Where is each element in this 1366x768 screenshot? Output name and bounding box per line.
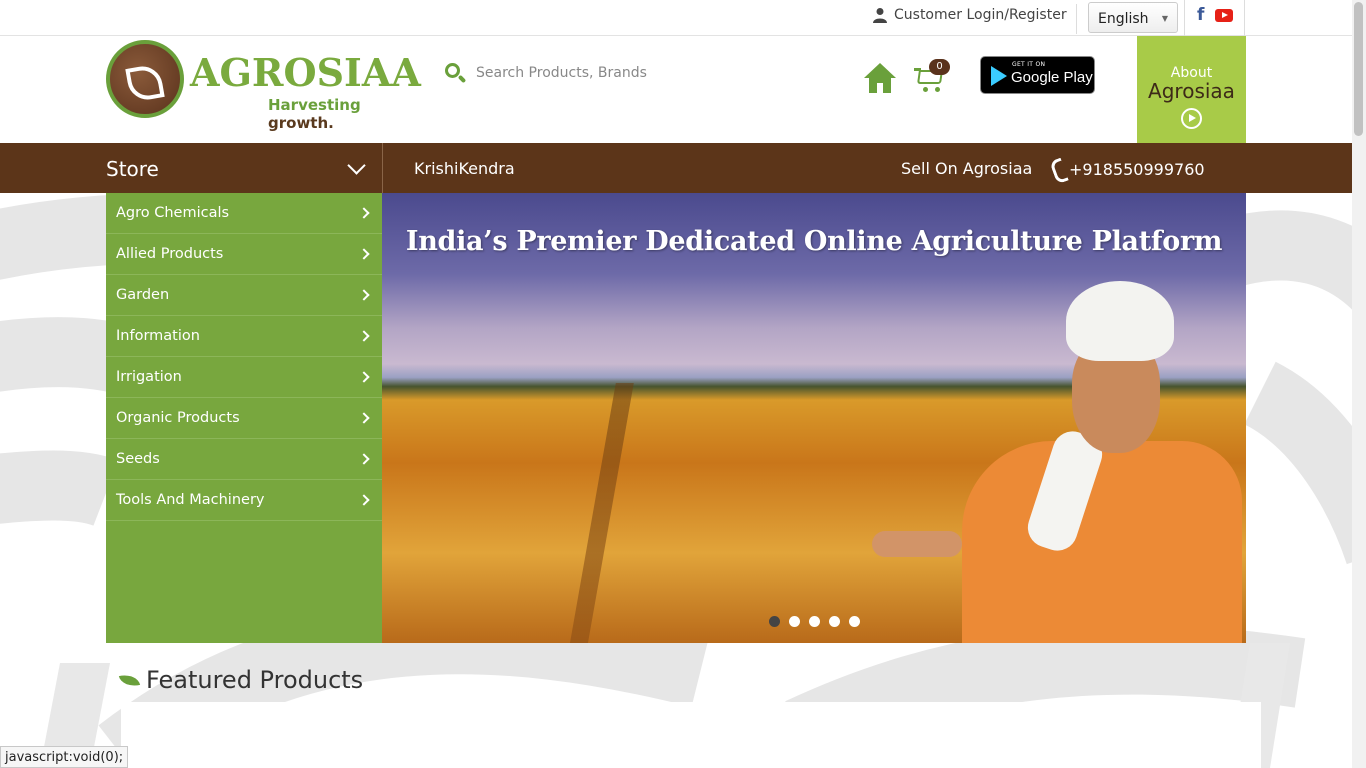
search-bar [444, 60, 744, 86]
chevron-right-icon [358, 412, 370, 424]
krishikendra-link[interactable]: KrishiKendra [414, 159, 515, 178]
customer-login-link[interactable]: Customer Login/Register [872, 7, 1067, 23]
about-agrosiaa-button[interactable]: About Agrosiaa [1137, 36, 1246, 143]
chevron-down-icon[interactable] [347, 156, 366, 175]
chevron-right-icon [358, 330, 370, 342]
scrollbar-thumb[interactable] [1354, 2, 1363, 136]
sidebar-item-agro-chemicals[interactable]: Agro Chemicals [106, 193, 382, 234]
chevron-right-icon [358, 289, 370, 301]
sidebar-item-label: Organic Products [116, 410, 240, 426]
sidebar-item-seeds[interactable]: Seeds [106, 439, 382, 480]
carousel-dot[interactable] [829, 616, 840, 627]
customer-login-label: Customer Login/Register [894, 7, 1067, 23]
about-brand-label: Agrosiaa [1148, 79, 1235, 103]
sidebar-item-garden[interactable]: Garden [106, 275, 382, 316]
search-icon[interactable] [444, 62, 467, 84]
farmer-image [872, 281, 1242, 643]
sidebar-item-label: Tools And Machinery [116, 492, 265, 508]
category-sidebar: Agro Chemicals Allied Products Garden In… [106, 193, 382, 643]
user-icon [873, 8, 887, 23]
play-icon [1181, 108, 1202, 129]
home-icon[interactable] [864, 63, 896, 93]
gplay-small-text: GET IT ON [1012, 61, 1046, 68]
hero-banner[interactable]: India’s Premier Dedicated Online Agricul… [382, 193, 1246, 643]
sidebar-item-irrigation[interactable]: Irrigation [106, 357, 382, 398]
sidebar-item-allied-products[interactable]: Allied Products [106, 234, 382, 275]
carousel-dot[interactable] [789, 616, 800, 627]
sidebar-item-label: Allied Products [116, 246, 224, 262]
divider [382, 143, 383, 193]
agrosiaa-logo[interactable]: AGROSIAA Harvesting growth. [106, 40, 421, 132]
google-play-button[interactable]: GET IT ON Google Play [980, 56, 1095, 94]
cart-count-badge: 0 [929, 59, 950, 75]
search-input[interactable] [476, 65, 736, 81]
field-path [568, 383, 634, 643]
carousel-dot[interactable] [809, 616, 820, 627]
chevron-right-icon [358, 494, 370, 506]
sidebar-item-label: Garden [116, 287, 170, 303]
language-value: English [1098, 11, 1149, 27]
chevron-right-icon [358, 453, 370, 465]
divider [1184, 0, 1185, 36]
phone-link[interactable]: +918550999760 [1052, 159, 1205, 179]
carousel-dot[interactable] [769, 616, 780, 627]
featured-products-panel [121, 702, 1261, 768]
divider [1076, 4, 1077, 34]
browser-status-bar: javascript:void(0); [0, 746, 129, 768]
gplay-big-text: Google Play [1011, 69, 1093, 86]
chevron-right-icon [358, 371, 370, 383]
sell-on-agrosiaa-link[interactable]: Sell On Agrosiaa [901, 159, 1032, 178]
featured-title: Featured Products [146, 666, 364, 694]
google-play-icon [991, 66, 1007, 86]
divider [1244, 0, 1245, 36]
sidebar-item-label: Information [116, 328, 200, 344]
sidebar-item-information[interactable]: Information [106, 316, 382, 357]
leaf-icon [118, 671, 141, 689]
phone-icon [1052, 159, 1067, 179]
logo-brand-text: AGROSIAA [190, 50, 421, 95]
facebook-icon[interactable]: f [1197, 5, 1204, 25]
carousel-dot[interactable] [849, 616, 860, 627]
store-menu-label[interactable]: Store [106, 157, 159, 181]
phone-number: +918550999760 [1069, 159, 1205, 179]
sidebar-item-label: Irrigation [116, 369, 182, 385]
youtube-icon[interactable] [1215, 9, 1233, 22]
sidebar-item-label: Agro Chemicals [116, 205, 230, 221]
logo-tagline: Harvesting growth. [268, 96, 361, 132]
chevron-right-icon [358, 248, 370, 260]
sidebar-item-organic-products[interactable]: Organic Products [106, 398, 382, 439]
banner-headline: India’s Premier Dedicated Online Agricul… [405, 226, 1223, 257]
language-select[interactable]: English ▼ [1088, 2, 1178, 33]
main-nav: Store KrishiKendra Sell On Agrosiaa +918… [0, 143, 1352, 193]
dropdown-arrow-icon: ▼ [1161, 14, 1168, 23]
logo-emblem-icon [106, 40, 184, 118]
featured-heading: Featured Products [118, 666, 364, 694]
sidebar-item-tools-and-machinery[interactable]: Tools And Machinery [106, 480, 382, 521]
top-bar: Customer Login/Register English ▼ f [0, 0, 1352, 36]
sidebar-item-label: Seeds [116, 451, 160, 467]
carousel-dots [769, 616, 860, 627]
chevron-right-icon [358, 207, 370, 219]
